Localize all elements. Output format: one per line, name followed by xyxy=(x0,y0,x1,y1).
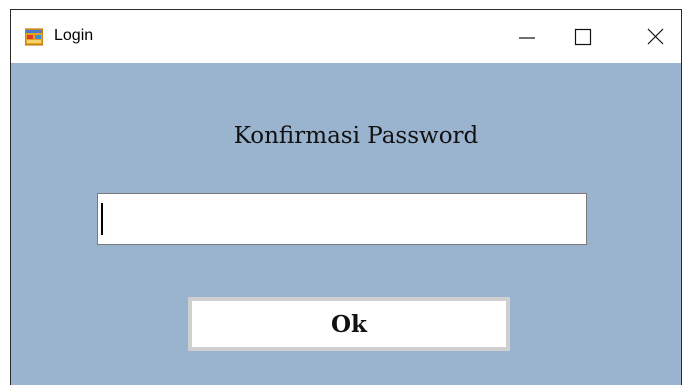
windows-form-icon xyxy=(24,28,44,46)
minimize-button[interactable] xyxy=(499,10,555,63)
form-client-area: Konfirmasi Password Ok xyxy=(11,63,681,385)
close-button[interactable] xyxy=(627,10,683,63)
minimize-icon xyxy=(519,37,535,39)
form-heading: Konfirmasi Password xyxy=(233,123,479,149)
title-bar[interactable]: Login xyxy=(11,10,681,63)
maximize-icon xyxy=(574,28,592,46)
close-icon xyxy=(647,28,664,45)
ok-button[interactable]: Ok xyxy=(188,297,510,351)
password-input[interactable] xyxy=(97,193,587,245)
login-window: Login Konfirmasi Password Ok xyxy=(10,9,682,385)
maximize-button[interactable] xyxy=(555,10,611,63)
window-title: Login xyxy=(54,27,94,44)
